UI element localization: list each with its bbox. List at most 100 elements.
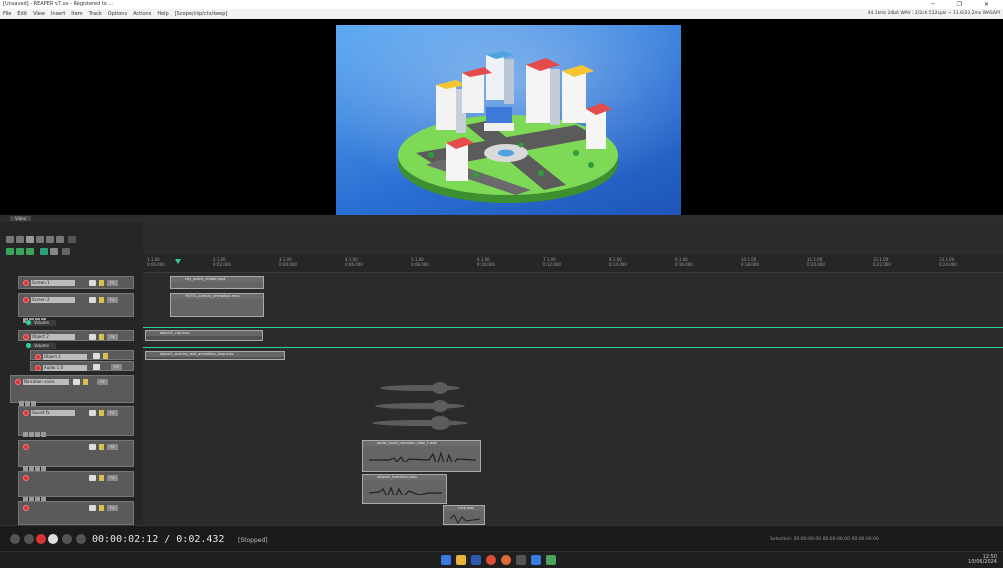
- mute-button[interactable]: [99, 444, 104, 450]
- volume-knob[interactable]: [73, 379, 80, 385]
- volume-knob[interactable]: [89, 334, 96, 340]
- volume-knob[interactable]: [89, 410, 96, 416]
- track-header-narration[interactable]: Narration voice FX: [10, 375, 134, 406]
- menu-item[interactable]: Insert: [51, 11, 65, 17]
- new-track-icon[interactable]: [6, 248, 14, 255]
- volume-knob[interactable]: [89, 280, 96, 286]
- record-arm-button[interactable]: [23, 505, 29, 511]
- undo-icon[interactable]: [6, 236, 14, 243]
- ripple-icon[interactable]: [56, 236, 64, 243]
- grid-icon[interactable]: [36, 236, 44, 243]
- browser-icon[interactable]: [501, 555, 511, 565]
- track-header-empty-2[interactable]: FX: [18, 471, 134, 502]
- mute-button[interactable]: [99, 280, 104, 286]
- volume-envelope-line[interactable]: [143, 347, 1003, 348]
- volume-knob[interactable]: [93, 353, 100, 359]
- fx-button[interactable]: FX: [107, 280, 118, 286]
- fx-button[interactable]: FX: [97, 379, 108, 385]
- store-icon[interactable]: [531, 555, 541, 565]
- record-arm-button[interactable]: [23, 410, 29, 416]
- play-button[interactable]: [48, 534, 58, 544]
- record-arm-button[interactable]: [23, 475, 29, 481]
- record-arm-button[interactable]: [23, 334, 29, 340]
- fx-button[interactable]: FX: [107, 334, 118, 340]
- track-header-screen-2[interactable]: Screen 2 FX: [18, 293, 134, 323]
- mute-button[interactable]: [99, 334, 104, 340]
- menu-item[interactable]: Track: [89, 11, 102, 17]
- track-extra-controls[interactable]: [23, 308, 67, 323]
- fx-browser-icon[interactable]: [26, 248, 34, 255]
- track-extra-controls[interactable]: [23, 517, 67, 532]
- media-item[interactable]: audio_voice_narration_take_2.wav: [362, 440, 481, 472]
- volume-knob[interactable]: [89, 297, 96, 303]
- track-name[interactable]: Screen 2: [31, 297, 75, 303]
- fx-button[interactable]: FX: [107, 297, 118, 303]
- redo-icon[interactable]: [16, 236, 24, 243]
- volume-envelope-line[interactable]: [143, 327, 1003, 328]
- fx-button[interactable]: FX: [107, 475, 118, 481]
- track-header-audio-1-0[interactable]: Audio 1.0 FX: [30, 361, 134, 371]
- track-name[interactable]: Object 2: [31, 334, 75, 340]
- track-header-empty-1[interactable]: FX: [18, 440, 134, 471]
- envelope-lane-label[interactable]: Volume: [26, 343, 56, 349]
- track-name[interactable]: Sound fx: [31, 410, 75, 416]
- fx-button[interactable]: FX: [111, 364, 122, 370]
- snap-icon[interactable]: [46, 236, 54, 243]
- track-header-object-2[interactable]: Object 2 FX: [18, 330, 134, 341]
- record-arm-button[interactable]: [23, 297, 29, 303]
- volume-knob[interactable]: [89, 444, 96, 450]
- track-name[interactable]: Object 1: [43, 354, 87, 360]
- menu-item[interactable]: File: [3, 11, 11, 17]
- media-item[interactable]: HOTEL_overlay_animation.mov: [170, 293, 264, 317]
- track-header-sound-fx[interactable]: Sound fx FX: [18, 406, 134, 437]
- media-item[interactable]: whoosh_transition.wav: [362, 474, 447, 504]
- volume-knob[interactable]: [89, 475, 96, 481]
- track-extra-controls[interactable]: [19, 391, 63, 406]
- media-item[interactable]: click.wav: [443, 505, 485, 525]
- menu-item[interactable]: View: [33, 11, 45, 17]
- record-arm-button[interactable]: [35, 365, 41, 371]
- metronome-icon[interactable]: [26, 236, 34, 243]
- track-extra-controls[interactable]: [23, 422, 67, 437]
- track-extra-controls[interactable]: [23, 487, 67, 502]
- mute-button[interactable]: [103, 353, 108, 359]
- lock-icon[interactable]: [68, 236, 76, 243]
- rewind-button[interactable]: [24, 534, 34, 544]
- media-item[interactable]: city_scene_render.mp4: [170, 276, 264, 289]
- track-header-empty-3[interactable]: FX: [18, 501, 134, 532]
- mute-button[interactable]: [99, 297, 104, 303]
- record-arm-button[interactable]: [23, 280, 29, 286]
- app-icon[interactable]: [471, 555, 481, 565]
- track-header-object-1[interactable]: Object 1: [30, 350, 134, 360]
- media-item[interactable]: object2_clip.mov: [145, 330, 263, 341]
- track-name[interactable]: Narration voice: [23, 379, 69, 385]
- system-clock[interactable]: 12:50 10/06/2024: [968, 555, 997, 565]
- docker-tab-video[interactable]: Video: [10, 216, 32, 221]
- cursor-icon[interactable]: [62, 248, 70, 255]
- menu-item[interactable]: Actions: [133, 11, 151, 17]
- start-icon[interactable]: [441, 555, 451, 565]
- file-explorer-icon[interactable]: [456, 555, 466, 565]
- record-button[interactable]: [36, 534, 46, 544]
- volume-knob[interactable]: [89, 505, 96, 511]
- record-arm-button[interactable]: [15, 379, 21, 385]
- fx-button[interactable]: FX: [107, 410, 118, 416]
- fx-button[interactable]: FX: [107, 444, 118, 450]
- record-arm-button[interactable]: [23, 444, 29, 450]
- go-to-start-button[interactable]: [10, 534, 20, 544]
- mixer-icon[interactable]: [16, 248, 24, 255]
- timeline-ruler[interactable]: 1.1.00 0:00.000 2.1.00 0:02.000 3.1.00 0:04.0…: [143, 254, 1003, 273]
- window-controls[interactable]: ─ ❐ ✕: [931, 0, 999, 9]
- envelope-lane-label[interactable]: Volume: [26, 320, 56, 326]
- envelope-icon[interactable]: [50, 248, 58, 255]
- track-name[interactable]: Screen 1: [31, 280, 75, 286]
- app2-icon[interactable]: [546, 555, 556, 565]
- menu-item[interactable]: Item: [71, 11, 82, 17]
- mute-button[interactable]: [99, 505, 104, 511]
- chrome-icon[interactable]: [486, 555, 496, 565]
- record-arm-button[interactable]: [35, 354, 41, 360]
- track-name[interactable]: Audio 1.0: [43, 365, 87, 371]
- mute-button[interactable]: [99, 410, 104, 416]
- mute-button[interactable]: [99, 475, 104, 481]
- forward-button[interactable]: [76, 534, 86, 544]
